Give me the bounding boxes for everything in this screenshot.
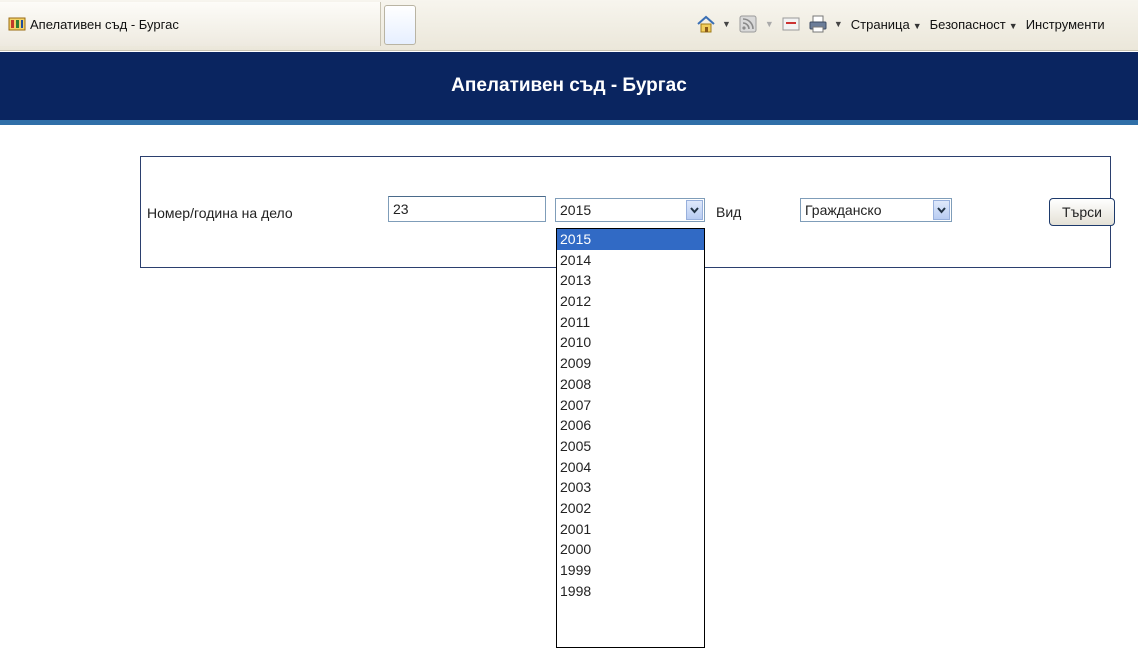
search-button[interactable]: Търси (1049, 198, 1115, 226)
year-option[interactable]: 2001 (557, 519, 704, 540)
year-option[interactable]: 2010 (557, 332, 704, 353)
browser-command-bar: Апелативен съд - Бургас ▼ ▼ ▼ Страница ▼… (0, 0, 1138, 51)
site-favicon (8, 17, 26, 31)
safety-menu[interactable]: Безопасност ▼ (930, 16, 1018, 32)
safety-menu-label: Безопасност (929, 17, 1006, 32)
rss-feed-icon[interactable] (739, 15, 757, 33)
page-menu[interactable]: Страница ▼ (851, 16, 922, 32)
print-icon[interactable] (808, 14, 828, 34)
year-select-value: 2015 (560, 202, 592, 218)
new-tab-button[interactable] (384, 5, 416, 45)
year-option[interactable]: 2012 (557, 291, 704, 312)
case-type-select[interactable]: Гражданско (800, 198, 952, 222)
chevron-down-icon[interactable] (933, 200, 950, 220)
case-type-label: Вид (716, 204, 742, 220)
page-title: Апелативен съд - Бургас (451, 75, 687, 96)
year-option[interactable]: 2009 (557, 353, 704, 374)
year-dropdown-list[interactable]: 2015 2014 2013 2012 2011 2010 2009 2008 2007 2006… (556, 228, 705, 648)
print-dropdown-icon[interactable]: ▼ (834, 19, 843, 29)
year-option[interactable]: 2006 (557, 415, 704, 436)
case-number-label: Номер/година на дело (147, 205, 293, 221)
year-option[interactable]: 2008 (557, 374, 704, 395)
home-icon[interactable] (696, 14, 716, 34)
chevron-down-icon: ▼ (912, 21, 922, 31)
year-option[interactable]: 2004 (557, 457, 704, 478)
browser-tab[interactable]: Апелативен съд - Бургас (0, 2, 381, 46)
chevron-down-icon: ▼ (1008, 21, 1018, 31)
year-select[interactable]: 2015 (555, 198, 705, 222)
year-option[interactable]: 2011 (557, 312, 704, 333)
case-number-input[interactable] (388, 196, 546, 222)
year-option[interactable]: 1998 (557, 581, 704, 602)
year-option[interactable]: 2015 (557, 229, 704, 250)
read-mail-icon[interactable] (782, 16, 800, 32)
year-option[interactable]: 1999 (557, 560, 704, 581)
tools-menu[interactable]: Инструменти (1026, 16, 1105, 32)
year-option[interactable]: 2002 (557, 498, 704, 519)
site-header: Апелативен съд - Бургас (0, 52, 1138, 125)
case-type-value: Гражданско (805, 202, 882, 218)
tab-title: Апелативен съд - Бургас (30, 16, 179, 32)
chevron-down-icon[interactable] (686, 200, 703, 220)
page-menu-label: Страница (850, 17, 910, 32)
command-bar: ▼ ▼ ▼ Страница ▼ Безопасност ▼ Инструмен… (696, 10, 1105, 38)
tools-menu-label: Инструменти (1025, 17, 1105, 32)
home-dropdown-icon[interactable]: ▼ (722, 19, 731, 29)
year-option[interactable]: 2014 (557, 250, 704, 271)
year-option[interactable]: 2013 (557, 270, 704, 291)
year-option[interactable]: 2005 (557, 436, 704, 457)
year-option[interactable]: 2003 (557, 477, 704, 498)
feed-dropdown-icon[interactable]: ▼ (765, 19, 774, 29)
year-option[interactable]: 2000 (557, 539, 704, 560)
year-option[interactable]: 2007 (557, 395, 704, 416)
